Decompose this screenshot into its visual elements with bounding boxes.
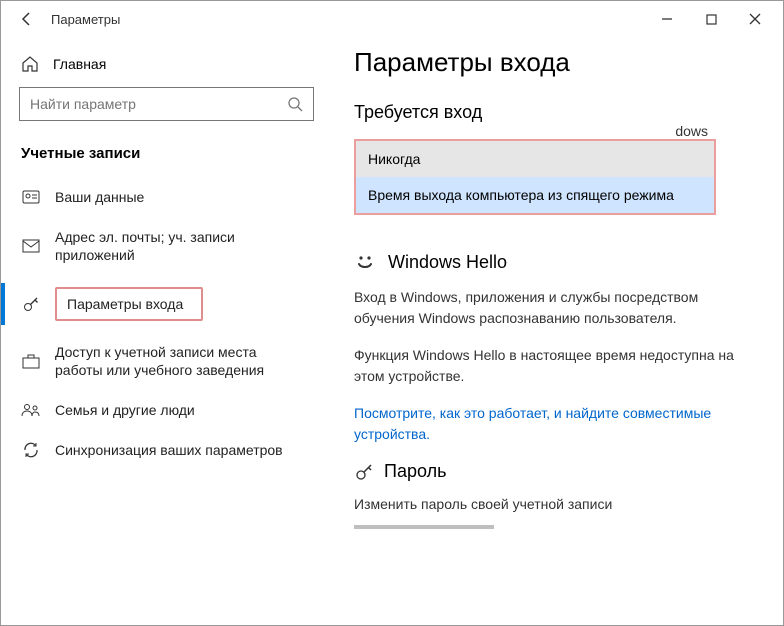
close-button[interactable] (733, 4, 777, 34)
key-icon (21, 295, 41, 313)
key-icon (354, 462, 374, 482)
sidebar-item-label: Ваши данные (55, 188, 144, 206)
mail-icon (21, 239, 41, 253)
sidebar-item-label: Синхронизация ваших параметров (55, 441, 283, 459)
maximize-button[interactable] (689, 4, 733, 34)
cutoff-text: dows (675, 123, 708, 139)
sidebar-item-info[interactable]: Ваши данные (19, 180, 314, 214)
search-icon (287, 96, 303, 112)
sidebar-item-family[interactable]: Семья и другие люди (19, 393, 314, 427)
sidebar-item-email[interactable]: Адрес эл. почты; уч. записи приложений (19, 220, 314, 272)
sidebar-item-label: Семья и другие люди (55, 401, 195, 419)
sidebar-item-sync[interactable]: Синхронизация ваших параметров (19, 433, 314, 467)
option-sleep[interactable]: Время выхода компьютера из спящего режим… (356, 177, 714, 213)
password-header: Пароль (354, 461, 755, 482)
option-never[interactable]: Никогда (356, 141, 714, 177)
sidebar-item-work[interactable]: Доступ к учетной записи места работы или… (19, 335, 314, 387)
hello-title: Windows Hello (388, 252, 507, 273)
sidebar-item-label: Адрес эл. почты; уч. записи приложений (55, 228, 306, 264)
smile-icon (354, 251, 376, 273)
search-input[interactable] (30, 96, 287, 112)
category-title: Учетные записи (19, 145, 314, 162)
window-controls (645, 4, 777, 34)
sidebar-item-signin[interactable]: Параметры входа (19, 279, 314, 329)
home-icon (21, 55, 39, 73)
password-title: Пароль (384, 461, 446, 482)
sync-icon (21, 441, 41, 459)
sidebar-item-label: Параметры входа (67, 296, 183, 312)
briefcase-icon (21, 353, 41, 369)
require-signin-title: Требуется вход (354, 102, 755, 123)
main-panel: Параметры входа Требуется вход dows Нико… (326, 37, 783, 625)
back-button[interactable] (13, 5, 41, 33)
window-title: Параметры (51, 12, 120, 27)
home-label: Главная (53, 56, 106, 72)
page-title: Параметры входа (354, 47, 755, 78)
hello-header: Windows Hello (354, 251, 755, 273)
sidebar: Главная Учетные записи Ваши данные Адр (1, 37, 326, 625)
hello-description: Вход в Windows, приложения и службы поср… (354, 287, 754, 329)
password-description: Изменить пароль своей учетной записи (354, 494, 754, 515)
hello-unavailable: Функция Windows Hello в настоящее время … (354, 345, 754, 387)
titlebar: Параметры (1, 1, 783, 37)
search-box[interactable] (19, 87, 314, 121)
content-area: Главная Учетные записи Ваши данные Адр (1, 37, 783, 625)
home-link[interactable]: Главная (19, 55, 314, 73)
sidebar-item-label: Доступ к учетной записи места работы или… (55, 343, 306, 379)
divider-line (354, 525, 494, 529)
people-icon (21, 402, 41, 418)
signin-dropdown[interactable]: dows Никогда Время выхода компьютера из … (354, 139, 716, 215)
person-card-icon (21, 190, 41, 204)
minimize-button[interactable] (645, 4, 689, 34)
hello-link[interactable]: Посмотрите, как это работает, и найдите … (354, 403, 754, 445)
settings-window: Параметры Главная (0, 0, 784, 626)
